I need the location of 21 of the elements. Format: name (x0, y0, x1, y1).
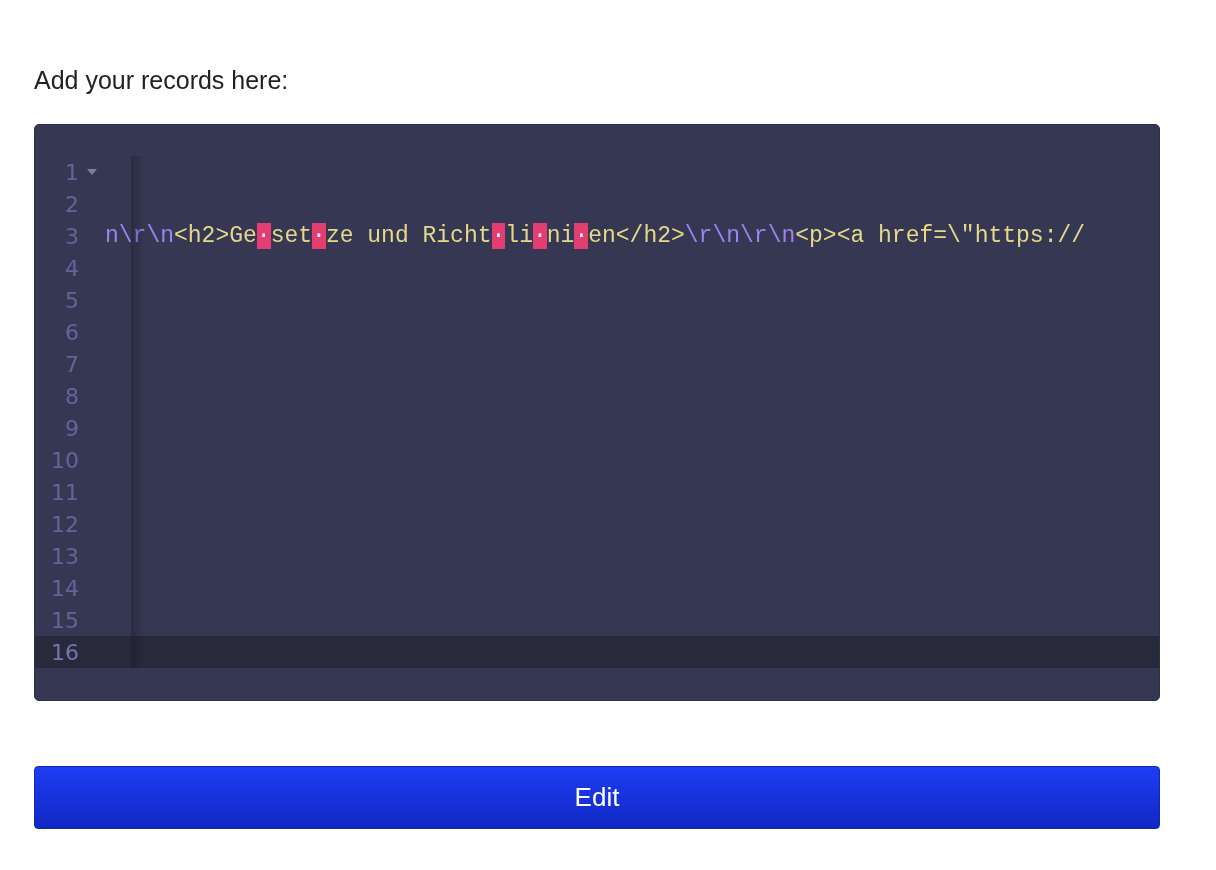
edit-button[interactable]: Edit (34, 766, 1160, 829)
code-editor[interactable]: 1 2 3 n\r\n<h2>Ge·set·ze und Richt·li·ni·en</h2>\r\n\r\n<p><a href=\"https:// 4 5 6 7 8 9 10 11 12 13 14 15 16 (34, 124, 1160, 701)
line-number: 14 (51, 575, 79, 601)
fold-caret-icon[interactable] (86, 168, 98, 176)
prompt-label: Add your records here: (34, 65, 290, 96)
code-line: n\r\n<h2>Ge·set·ze und Richt·li·ni·en</h2>\r\n\r\n<p><a href=\"https:// (105, 223, 1086, 249)
line-number: 16 (51, 639, 79, 665)
line-number: 9 (65, 415, 79, 441)
line-number: 7 (65, 351, 79, 377)
line-number: 15 (51, 607, 79, 633)
line-number: 8 (65, 383, 79, 409)
line-number: 1 (65, 159, 79, 185)
line-number: 12 (51, 511, 79, 537)
line-number: 11 (51, 479, 79, 505)
line-number: 10 (51, 447, 79, 473)
line-number: 4 (65, 255, 79, 281)
line-number: 5 (65, 287, 79, 313)
line-number: 13 (51, 543, 79, 569)
line-number: 2 (65, 191, 79, 217)
line-number: 3 (65, 223, 79, 249)
line-number: 6 (65, 319, 79, 345)
